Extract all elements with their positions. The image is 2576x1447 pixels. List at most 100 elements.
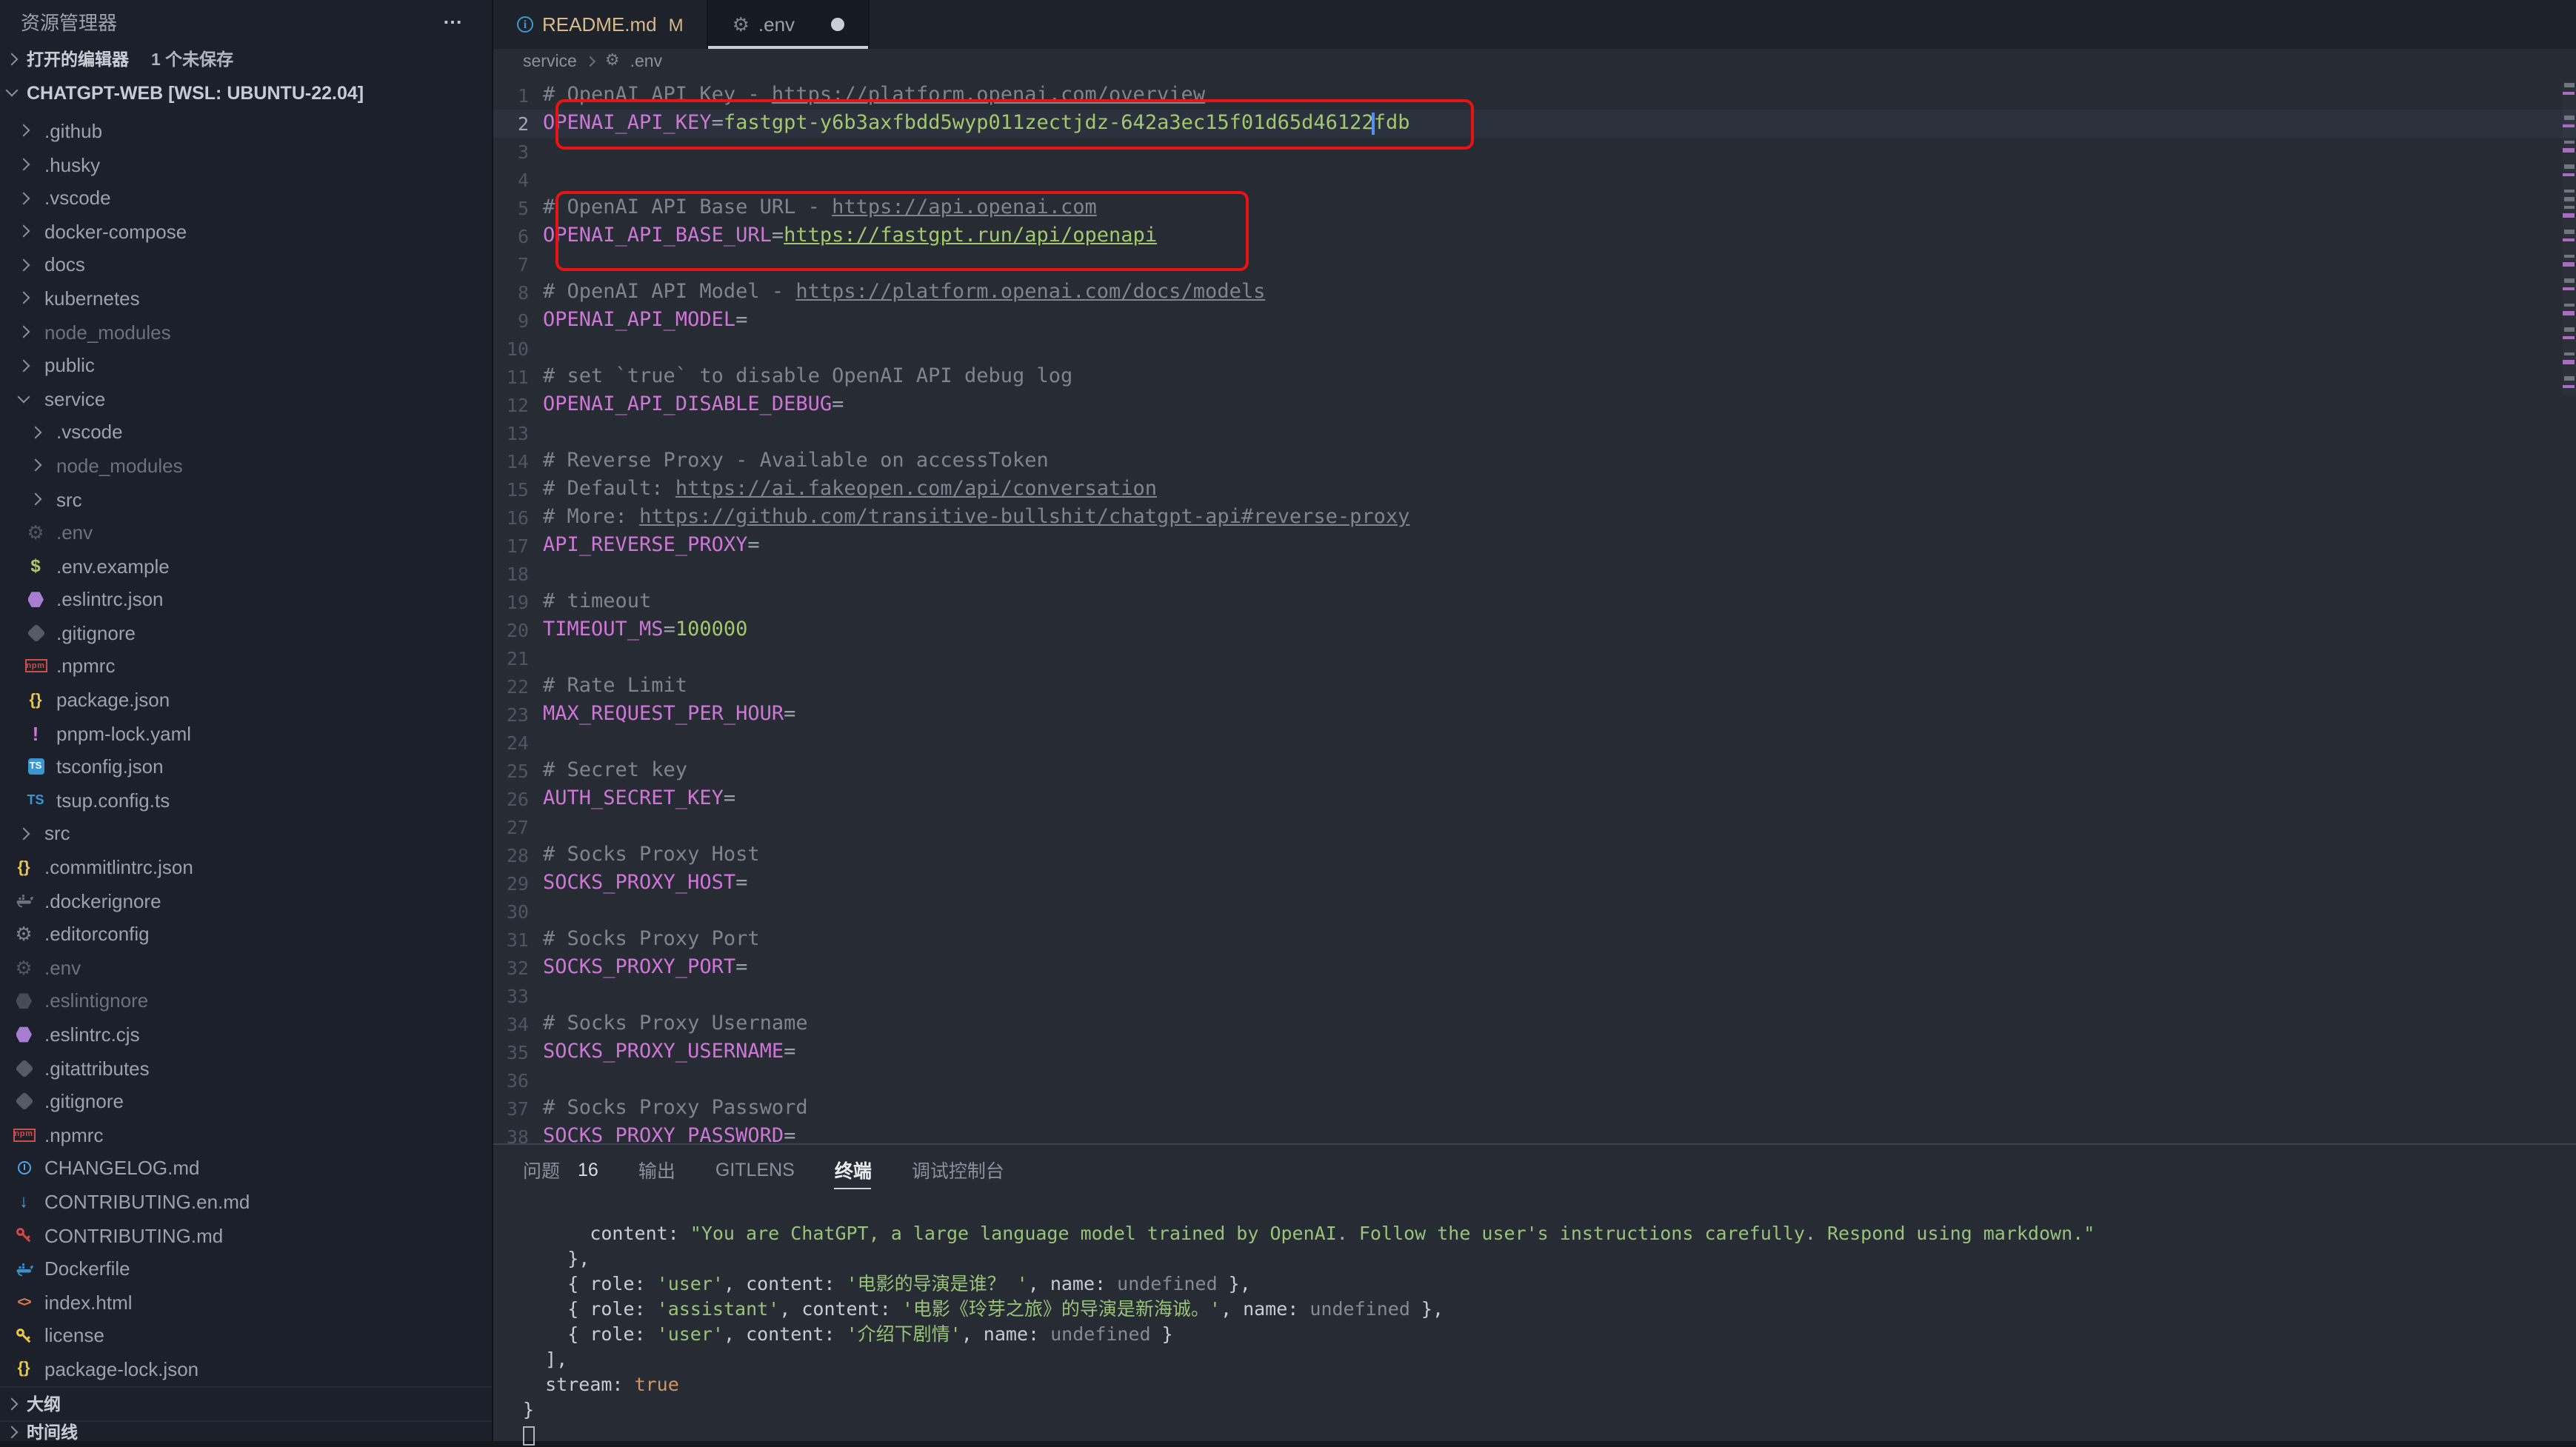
tab-env[interactable]: .env — [709, 0, 869, 49]
editor-line-32[interactable]: 32SOCKS_PROXY_PORT= — [493, 953, 2576, 981]
line-number[interactable]: 18 — [502, 562, 529, 584]
tree-item-CONTRIBUTING.md[interactable]: CONTRIBUTING.md — [0, 1219, 492, 1252]
tree-item-.vscode[interactable]: .vscode — [0, 415, 492, 449]
editor-line-19[interactable]: 19# timeout — [493, 587, 2576, 615]
tree-item-node_modules[interactable]: node_modules — [0, 449, 492, 482]
tree-item-.eslintrc.json[interactable]: .eslintrc.json — [0, 583, 492, 616]
line-number[interactable]: 37 — [502, 1097, 529, 1119]
editor-line-33[interactable]: 33 — [493, 981, 2576, 1009]
editor-line-16[interactable]: 16# More: https://github.com/transitive-… — [493, 503, 2576, 531]
tree-item-package.json[interactable]: package.json — [0, 684, 492, 717]
editor-line-9[interactable]: 9OPENAI_API_MODEL= — [493, 306, 2576, 334]
tree-item-.github[interactable]: .github — [0, 114, 492, 147]
line-number[interactable]: 34 — [502, 1012, 529, 1035]
tree-item-.vscode[interactable]: .vscode — [0, 181, 492, 215]
line-number[interactable]: 2 — [502, 112, 529, 134]
editor-line-26[interactable]: 26AUTH_SECRET_KEY= — [493, 784, 2576, 812]
section-workspace-root[interactable]: CHATGPT-WEB [WSL: UBUNTU-22.04] — [0, 76, 492, 110]
tree-item-.editorconfig[interactable]: .editorconfig — [0, 918, 492, 951]
line-number[interactable]: 19 — [502, 590, 529, 612]
panel-tab-调试控制台[interactable]: 调试控制台 — [912, 1145, 1004, 1194]
line-number[interactable]: 14 — [502, 450, 529, 472]
tree-item-.npmrc[interactable]: .npmrc — [0, 1118, 492, 1152]
line-number[interactable]: 1 — [502, 84, 529, 106]
section-timeline[interactable]: 时间线 — [0, 1420, 492, 1441]
line-number[interactable]: 21 — [502, 646, 529, 669]
tab-readme[interactable]: README.md M — [493, 0, 709, 49]
editor-line-11[interactable]: 11# set `true` to disable OpenAI API deb… — [493, 362, 2576, 390]
line-number[interactable]: 33 — [502, 984, 529, 1006]
tree-item-.commitlintrc.json[interactable]: .commitlintrc.json — [0, 851, 492, 884]
editor-line-30[interactable]: 30 — [493, 897, 2576, 925]
editor-line-2[interactable]: 2OPENAI_API_KEY=fastgpt-y6b3axfbdd5wyp01… — [493, 109, 2576, 137]
editor-line-20[interactable]: 20TIMEOUT_MS=100000 — [493, 615, 2576, 644]
line-number[interactable]: 5 — [502, 196, 529, 218]
line-number[interactable]: 20 — [502, 618, 529, 641]
tree-item-pnpm-lock.yaml[interactable]: pnpm-lock.yaml — [0, 717, 492, 750]
editor-line-4[interactable]: 4 — [493, 165, 2576, 193]
line-number[interactable]: 7 — [502, 253, 529, 275]
terminal-output[interactable]: content: "You are ChatGPT, a large langu… — [493, 1194, 2576, 1447]
tree-item-kubernetes[interactable]: kubernetes — [0, 281, 492, 315]
line-number[interactable]: 3 — [502, 140, 529, 162]
line-number[interactable]: 28 — [502, 843, 529, 866]
tree-item-.npmrc[interactable]: .npmrc — [0, 649, 492, 683]
line-number[interactable]: 6 — [502, 224, 529, 247]
editor-line-12[interactable]: 12OPENAI_API_DISABLE_DEBUG= — [493, 390, 2576, 418]
editor-line-14[interactable]: 14# Reverse Proxy - Available on accessT… — [493, 447, 2576, 475]
tree-item-docker-compose[interactable]: docker-compose — [0, 215, 492, 248]
section-open-editors[interactable]: 打开的编辑器 1 个未保存 — [0, 43, 492, 76]
minimap[interactable] — [2563, 81, 2576, 395]
line-number[interactable]: 15 — [502, 478, 529, 500]
editor-line-1[interactable]: 1# OpenAI API Key - https://platform.ope… — [493, 81, 2576, 109]
line-number[interactable]: 8 — [502, 281, 529, 303]
tree-item-tsconfig.json[interactable]: tsconfig.json — [0, 750, 492, 783]
tree-item-CONTRIBUTING.en.md[interactable]: CONTRIBUTING.en.md — [0, 1185, 492, 1218]
line-number[interactable]: 10 — [502, 337, 529, 359]
line-number[interactable]: 29 — [502, 872, 529, 894]
line-number[interactable]: 17 — [502, 534, 529, 556]
editor-line-31[interactable]: 31# Socks Proxy Port — [493, 925, 2576, 953]
editor-line-24[interactable]: 24 — [493, 728, 2576, 756]
tree-item-.dockerignore[interactable]: .dockerignore — [0, 884, 492, 918]
editor-line-36[interactable]: 36 — [493, 1066, 2576, 1094]
code-editor[interactable]: 1# OpenAI API Key - https://platform.ope… — [493, 75, 2576, 1143]
panel-tab-GITLENS[interactable]: GITLENS — [715, 1145, 795, 1194]
editor-line-38[interactable]: 38SOCKS_PROXY_PASSWORD= — [493, 1122, 2576, 1143]
line-number[interactable]: 12 — [502, 393, 529, 415]
editor-line-34[interactable]: 34# Socks Proxy Username — [493, 1009, 2576, 1037]
tree-item-.gitignore[interactable]: .gitignore — [0, 1085, 492, 1118]
editor-line-7[interactable]: 7 — [493, 250, 2576, 278]
tree-item-service[interactable]: service — [0, 382, 492, 415]
line-number[interactable]: 13 — [502, 421, 529, 444]
editor-line-23[interactable]: 23MAX_REQUEST_PER_HOUR= — [493, 700, 2576, 728]
editor-line-22[interactable]: 22# Rate Limit — [493, 672, 2576, 700]
editor-line-25[interactable]: 25# Secret key — [493, 756, 2576, 784]
editor-line-13[interactable]: 13 — [493, 418, 2576, 447]
line-number[interactable]: 26 — [502, 787, 529, 809]
editor-line-5[interactable]: 5# OpenAI API Base URL - https://api.ope… — [493, 193, 2576, 221]
tree-item-.env[interactable]: .env — [0, 516, 492, 549]
tree-item-.gitignore[interactable]: .gitignore — [0, 616, 492, 649]
editor-line-6[interactable]: 6OPENAI_API_BASE_URL=https://fastgpt.run… — [493, 221, 2576, 250]
tree-item-.env[interactable]: .env — [0, 951, 492, 984]
tree-item-index.html[interactable]: index.html — [0, 1286, 492, 1319]
line-number[interactable]: 16 — [502, 506, 529, 528]
line-number[interactable]: 24 — [502, 731, 529, 753]
line-number[interactable]: 25 — [502, 759, 529, 781]
section-outline[interactable]: 大纲 — [0, 1386, 492, 1420]
tree-item-package-lock.json[interactable]: package-lock.json — [0, 1352, 492, 1386]
line-number[interactable]: 4 — [502, 168, 529, 190]
editor-line-17[interactable]: 17API_REVERSE_PROXY= — [493, 531, 2576, 559]
panel-tab-终端[interactable]: 终端 — [835, 1145, 872, 1194]
tree-item-docs[interactable]: docs — [0, 248, 492, 281]
line-number[interactable]: 38 — [502, 1125, 529, 1143]
breadcrumb-folder[interactable]: service — [523, 53, 577, 71]
tree-item-license[interactable]: license — [0, 1319, 492, 1352]
editor-line-21[interactable]: 21 — [493, 644, 2576, 672]
tree-item-.eslintignore[interactable]: .eslintignore — [0, 984, 492, 1017]
line-number[interactable]: 31 — [502, 928, 529, 950]
tree-item-Dockerfile[interactable]: Dockerfile — [0, 1252, 492, 1286]
panel-tab-问题[interactable]: 问题16 — [523, 1145, 598, 1194]
editor-line-3[interactable]: 3 — [493, 137, 2576, 165]
